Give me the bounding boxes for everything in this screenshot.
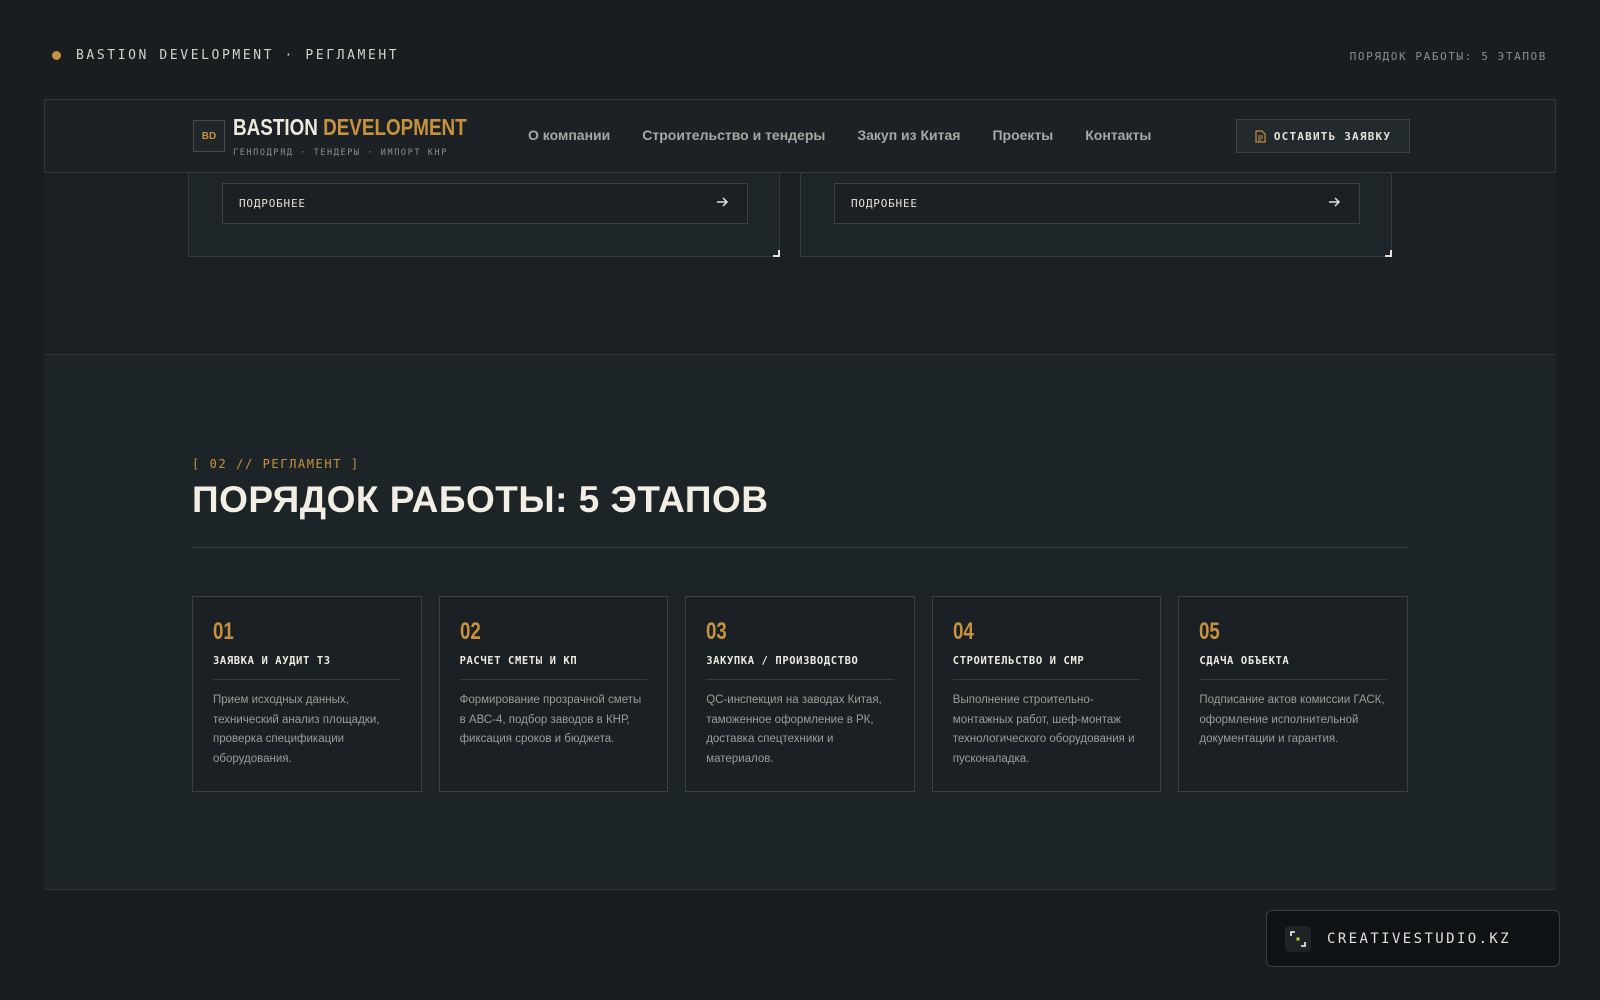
leave-request-label: ОСТАВИТЬ ЗАЯВКУ	[1273, 129, 1392, 143]
step-number: 02	[459, 618, 481, 645]
step-description: Формирование прозрачной сметы в АВС-4, п…	[459, 694, 642, 745]
step-number: 03	[706, 618, 728, 645]
step-number: 01	[213, 618, 234, 645]
step-description: Выполнение строительно-монтажных работ, …	[952, 694, 1135, 765]
creative-studio-badge[interactable]: CREATIVESTUDIO.KZ	[1266, 910, 1560, 967]
logo-tagline: ГЕНПОДРЯД · ТЕНДЕРЫ · ИМПОРТ КНР	[233, 148, 448, 158]
step-card: 01 ЗАЯВКА И АУДИТ ТЗ Прием исходных данн…	[192, 596, 422, 792]
step-title: СДАЧА ОБЪЕКТА	[1199, 655, 1290, 667]
step-number: 04	[952, 618, 974, 645]
section-eyebrow: [ 02 // РЕГЛАМЕНТ ]	[192, 457, 360, 471]
section-bottom-band	[44, 889, 1556, 905]
top-strip: BASTION DEVELOPMENT · РЕГЛАМЕНТ ПОРЯДОК …	[0, 0, 1600, 98]
process-section: [ 02 // РЕГЛАМЕНТ ] ПОРЯДОК РАБОТЫ: 5 ЭТ…	[44, 355, 1556, 889]
step-divider	[213, 679, 401, 680]
site-header: BD BASTION DEVELOPMENT ГЕНПОДРЯД · ТЕНДЕ…	[44, 99, 1556, 173]
step-title: РАСЧЕТ СМЕТЫ И КП	[459, 655, 578, 667]
document-icon	[1255, 129, 1266, 143]
arrow-right-icon	[715, 195, 729, 212]
nav-item-contacts[interactable]: Контакты	[1085, 127, 1151, 143]
steps-grid: 01 ЗАЯВКА И АУДИТ ТЗ Прием исходных данн…	[192, 596, 1408, 792]
step-card: 04 СТРОИТЕЛЬСТВО И СМР Выполнение строит…	[931, 596, 1162, 792]
leave-request-button[interactable]: ОСТАВИТЬ ЗАЯВКУ	[1236, 119, 1410, 153]
badge-label: CREATIVESTUDIO.KZ	[1327, 930, 1512, 947]
step-description: Прием исходных данных, технический анали…	[213, 694, 380, 765]
step-divider	[952, 679, 1141, 680]
service-card: ПОДРОБНЕЕ	[188, 173, 780, 257]
main-nav: О компании Строительство и тендеры Закуп…	[528, 127, 1183, 143]
step-divider	[459, 679, 648, 680]
more-button[interactable]: ПОДРОБНЕЕ	[834, 183, 1360, 224]
step-description: Подписание актов комиссии ГАСК, оформлен…	[1199, 694, 1385, 745]
more-button-label: ПОДРОБНЕЕ	[239, 197, 306, 210]
corner-mark-icon	[773, 250, 780, 257]
step-title: ЗАЯВКА И АУДИТ ТЗ	[213, 655, 331, 667]
arrow-right-icon	[1327, 195, 1341, 212]
top-brand-line: BASTION DEVELOPMENT · РЕГЛАМЕНТ	[76, 48, 400, 63]
logo-name-accent: DEVELOPMENT	[323, 114, 467, 140]
step-number: 05	[1199, 618, 1221, 645]
more-button-label: ПОДРОБНЕЕ	[851, 197, 918, 210]
logo-name[interactable]: BASTION DEVELOPMENT	[233, 114, 467, 141]
step-divider	[1199, 679, 1387, 680]
more-button[interactable]: ПОДРОБНЕЕ	[222, 183, 748, 224]
title-divider	[192, 547, 1408, 548]
top-right-line: ПОРЯДОК РАБОТЫ: 5 ЭТАПОВ	[1349, 50, 1547, 63]
status-dot-icon	[52, 51, 61, 60]
step-title: СТРОИТЕЛЬСТВО И СМР	[952, 655, 1085, 667]
nav-item-china-procurement[interactable]: Закуп из Китая	[857, 127, 960, 143]
step-title: ЗАКУПКА / ПРОИЗВОДСТВО	[706, 655, 859, 667]
section-title: ПОРЯДОК РАБОТЫ: 5 ЭТАПОВ	[192, 479, 769, 520]
nav-item-construction[interactable]: Строительство и тендеры	[642, 127, 825, 143]
logo-mark[interactable]: BD	[193, 120, 225, 152]
nav-item-projects[interactable]: Проекты	[992, 127, 1053, 143]
step-card: 02 РАСЧЕТ СМЕТЫ И КП Формирование прозра…	[438, 596, 669, 792]
service-card: ПОДРОБНЕЕ	[800, 173, 1392, 257]
step-divider	[706, 679, 894, 680]
step-card: 03 ЗАКУПКА / ПРОИЗВОДСТВО QC-инспекция н…	[685, 596, 915, 792]
services-section: ПОДРОБНЕЕ ПОДРОБНЕЕ	[44, 173, 1556, 355]
focus-corners-icon	[1285, 925, 1311, 952]
step-description: QC-инспекция на заводах Китая, таможенно…	[706, 694, 882, 765]
step-card: 05 СДАЧА ОБЪЕКТА Подписание актов комисс…	[1178, 596, 1408, 792]
corner-mark-icon	[1385, 250, 1392, 257]
logo-name-main: BASTION	[233, 114, 318, 140]
nav-item-about[interactable]: О компании	[528, 127, 610, 143]
